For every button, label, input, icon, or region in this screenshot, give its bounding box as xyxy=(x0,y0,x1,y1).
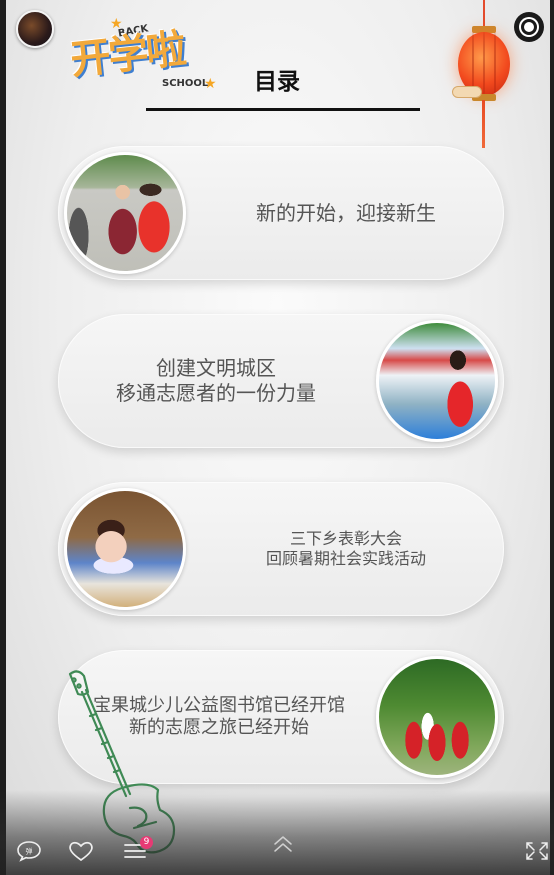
comment-icon[interactable]: 弹 xyxy=(16,840,42,862)
menu-item-text: 三下乡表彰大会 回顾暑期社会实践活动 xyxy=(188,482,504,616)
menu-item-line: 三下乡表彰大会 xyxy=(289,529,402,548)
menu-item-civilized-city[interactable]: 创建文明城区 移通志愿者的一份力量 xyxy=(58,314,504,448)
menu-item-commendation[interactable]: 三下乡表彰大会 回顾暑期社会实践活动 xyxy=(58,482,504,616)
menu-item-text: 新的开始，迎接新生 xyxy=(188,146,504,280)
menu-item-photo xyxy=(376,656,498,778)
menu-item-photo xyxy=(376,320,498,442)
chevron-up-icon[interactable] xyxy=(270,834,296,856)
menu-item-photo xyxy=(64,488,186,610)
menu-item-text: 创建文明城区 移通志愿者的一份力量 xyxy=(58,314,374,448)
menu-item-photo xyxy=(64,152,186,274)
menu-badge-count: 9 xyxy=(140,836,153,849)
svg-text:弹: 弹 xyxy=(26,847,33,856)
user-avatar[interactable] xyxy=(16,10,54,48)
bottom-toolbar: 弹 xyxy=(0,826,554,875)
menu-item-line: 回顾暑期社会实践活动 xyxy=(265,549,426,568)
left-frame-edge xyxy=(0,0,6,875)
title-underline xyxy=(146,108,420,111)
page-title: 目录 xyxy=(254,69,300,95)
fullscreen-icon[interactable] xyxy=(524,840,550,862)
menu-item-line: 创建文明城区 xyxy=(156,356,276,380)
menu-item-line: 新的开始，迎接新生 xyxy=(256,200,436,225)
right-frame-edge xyxy=(550,0,554,875)
menu-item-line: 移通志愿者的一份力量 xyxy=(116,381,316,405)
music-disc-icon[interactable] xyxy=(514,12,544,42)
heart-icon[interactable] xyxy=(68,840,94,862)
menu-item-new-start[interactable]: 新的开始，迎接新生 xyxy=(58,146,504,280)
